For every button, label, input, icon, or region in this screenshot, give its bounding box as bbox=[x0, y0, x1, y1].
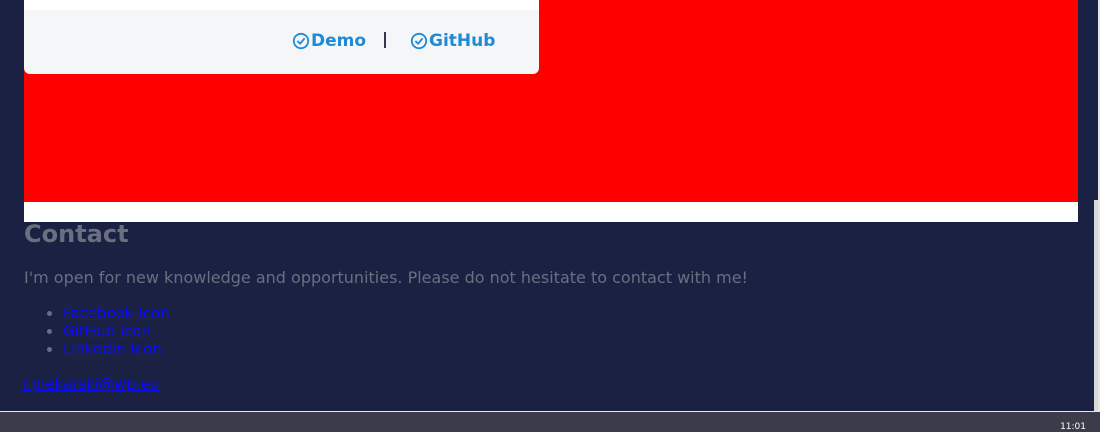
project-section: Demo GitHub bbox=[24, 0, 1078, 222]
list-item: GitHub Icon bbox=[63, 322, 170, 340]
project-card-body bbox=[24, 0, 539, 10]
browser-viewport: Demo GitHub Contact I'm open for new kno… bbox=[0, 0, 1100, 411]
clock: 11:01 bbox=[1060, 422, 1086, 432]
demo-label: Demo bbox=[311, 31, 367, 51]
github-link[interactable]: GitHub bbox=[410, 31, 495, 51]
social-links-list: Facebook Icon GitHub Icon Linkedin Icon bbox=[24, 304, 170, 358]
list-item: Facebook Icon bbox=[63, 304, 170, 322]
email-link[interactable]: r.piekarski@wp.eu bbox=[22, 375, 159, 393]
link-divider bbox=[384, 32, 386, 48]
project-card: Demo GitHub bbox=[24, 0, 539, 74]
github-profile-link[interactable]: GitHub Icon bbox=[63, 322, 151, 340]
check-circle-icon bbox=[410, 32, 428, 50]
demo-link[interactable]: Demo bbox=[292, 31, 366, 51]
scrollbar[interactable] bbox=[1094, 200, 1098, 411]
github-label: GitHub bbox=[429, 31, 496, 51]
linkedin-link[interactable]: Linkedin Icon bbox=[63, 340, 162, 358]
list-item: Linkedin Icon bbox=[63, 340, 170, 358]
facebook-link[interactable]: Facebook Icon bbox=[63, 304, 170, 322]
taskbar: 11:01 bbox=[0, 411, 1100, 432]
check-circle-icon bbox=[292, 32, 310, 50]
contact-text: I'm open for new knowledge and opportuni… bbox=[24, 268, 748, 287]
contact-title: Contact bbox=[24, 220, 129, 248]
